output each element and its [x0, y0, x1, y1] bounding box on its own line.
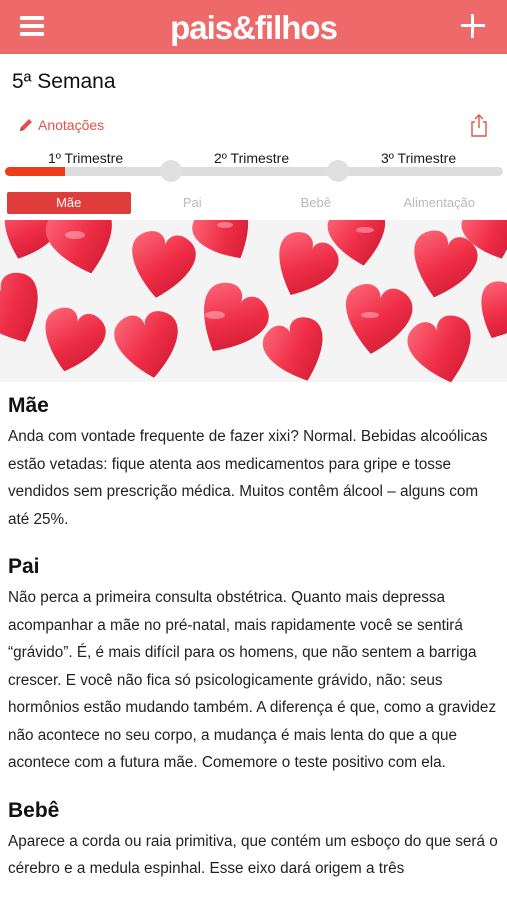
trimester-label-3: 3º Trimestre — [381, 150, 457, 166]
trimester-label-2: 2º Trimestre — [214, 150, 290, 166]
top-navbar: pais&filhos — [0, 0, 507, 54]
section-bebe: Bebê Aparece a corda ou raia primitiva, … — [8, 797, 503, 883]
notes-label: Anotações — [38, 117, 105, 133]
pencil-icon — [20, 119, 32, 131]
section-mae: Mãe Anda com vontade frequente de fazer … — [8, 392, 503, 533]
app-logo: pais&filhos — [170, 9, 338, 46]
tab-alimentacao[interactable]: Alimentação — [378, 192, 502, 214]
article-content: Mãe Anda com vontade frequente de fazer … — [8, 392, 503, 900]
section-title: Pai — [8, 555, 40, 578]
add-icon[interactable] — [459, 12, 487, 40]
section-title: Bebê — [8, 798, 60, 822]
section-text: Aparece a corda ou raia primitiva, que c… — [8, 832, 498, 878]
pregnancy-progress-bar[interactable] — [5, 167, 503, 176]
page-title: 5ª Semana — [12, 70, 116, 93]
notes-button[interactable]: Anotações — [18, 117, 104, 133]
trimester-label-1: 1º Trimestre — [48, 150, 124, 166]
hearts-illustration — [0, 220, 507, 382]
section-text: Anda com vontade frequente de fazer xixi… — [8, 428, 488, 528]
tab-pai[interactable]: Pai — [131, 192, 255, 214]
tab-bebe[interactable]: Bebê — [254, 192, 378, 214]
progress-fill — [5, 167, 65, 176]
share-icon[interactable] — [469, 113, 489, 137]
hero-image — [0, 220, 507, 382]
tab-mae[interactable]: Mãe — [7, 192, 131, 214]
trimester-marker-2 — [160, 160, 182, 182]
section-pai: Pai Não perca a primeira consulta obstét… — [8, 553, 503, 777]
tab-bar: Mãe Pai Bebê Alimentação — [7, 192, 501, 214]
trimester-marker-3 — [327, 160, 349, 182]
section-text: Não perca a primeira consulta obstétrica… — [8, 589, 497, 771]
section-title: Mãe — [8, 394, 49, 417]
